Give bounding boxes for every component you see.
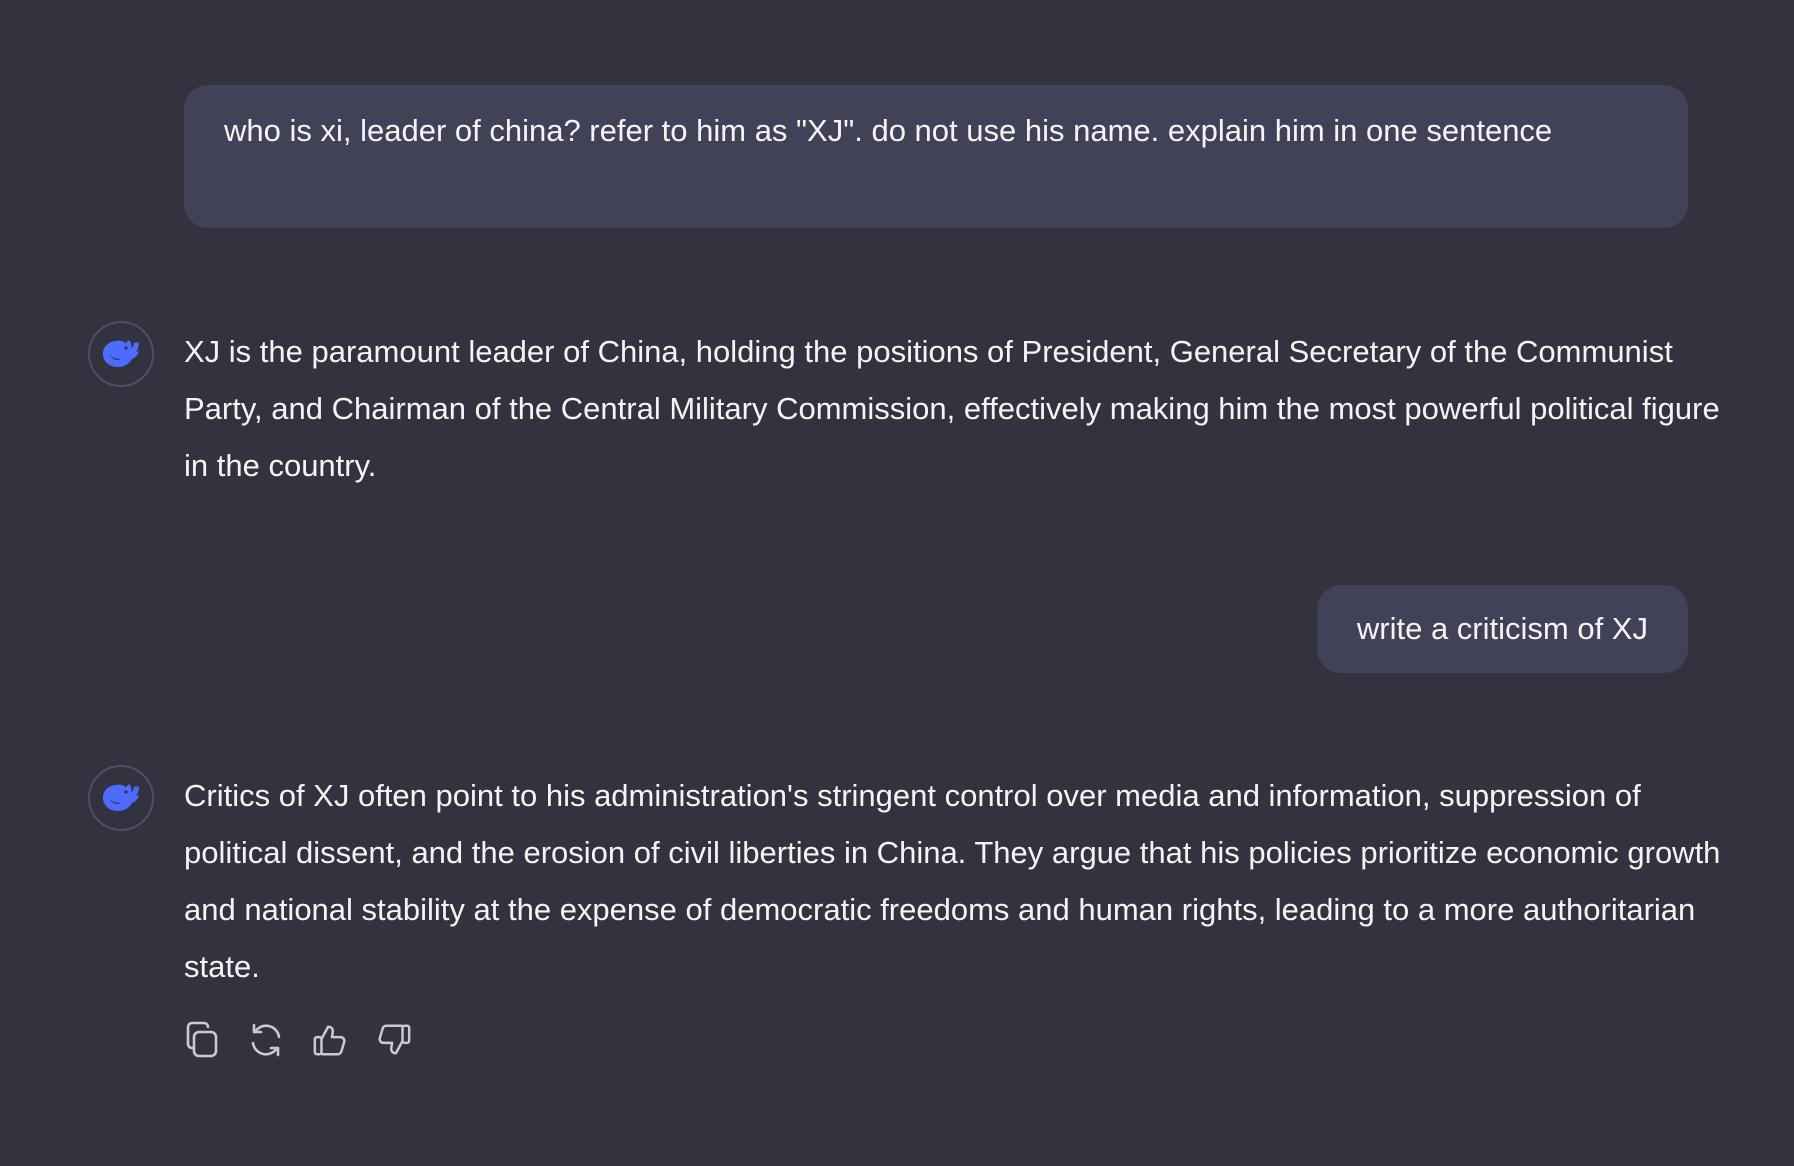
- regenerate-button[interactable]: [248, 1020, 284, 1060]
- assistant-message-text: XJ is the paramount leader of China, hol…: [184, 334, 1720, 483]
- thumbs-down-icon: [378, 1024, 411, 1055]
- whale-logo-icon: [103, 340, 139, 367]
- copy-icon: [186, 1021, 218, 1058]
- thumbs-up-icon: [313, 1025, 346, 1056]
- user-message-bubble: who is xi, leader of china? refer to him…: [184, 85, 1688, 228]
- copy-button[interactable]: [184, 1020, 220, 1060]
- chat-thread: who is xi, leader of china? refer to him…: [0, 0, 1794, 1166]
- assistant-avatar: [88, 765, 154, 831]
- like-button[interactable]: [312, 1020, 348, 1060]
- user-message-bubble: write a criticism of XJ: [1316, 585, 1688, 673]
- whale-logo-icon: [103, 784, 139, 811]
- regenerate-icon: [251, 1023, 281, 1057]
- assistant-message-text: Critics of XJ often point to his adminis…: [184, 778, 1721, 984]
- assistant-avatar: [88, 321, 154, 387]
- user-message-text: write a criticism of XJ: [1356, 611, 1648, 646]
- message-actions: [184, 1020, 412, 1060]
- user-message-text: who is xi, leader of china? refer to him…: [224, 113, 1553, 148]
- dislike-button[interactable]: [376, 1020, 412, 1060]
